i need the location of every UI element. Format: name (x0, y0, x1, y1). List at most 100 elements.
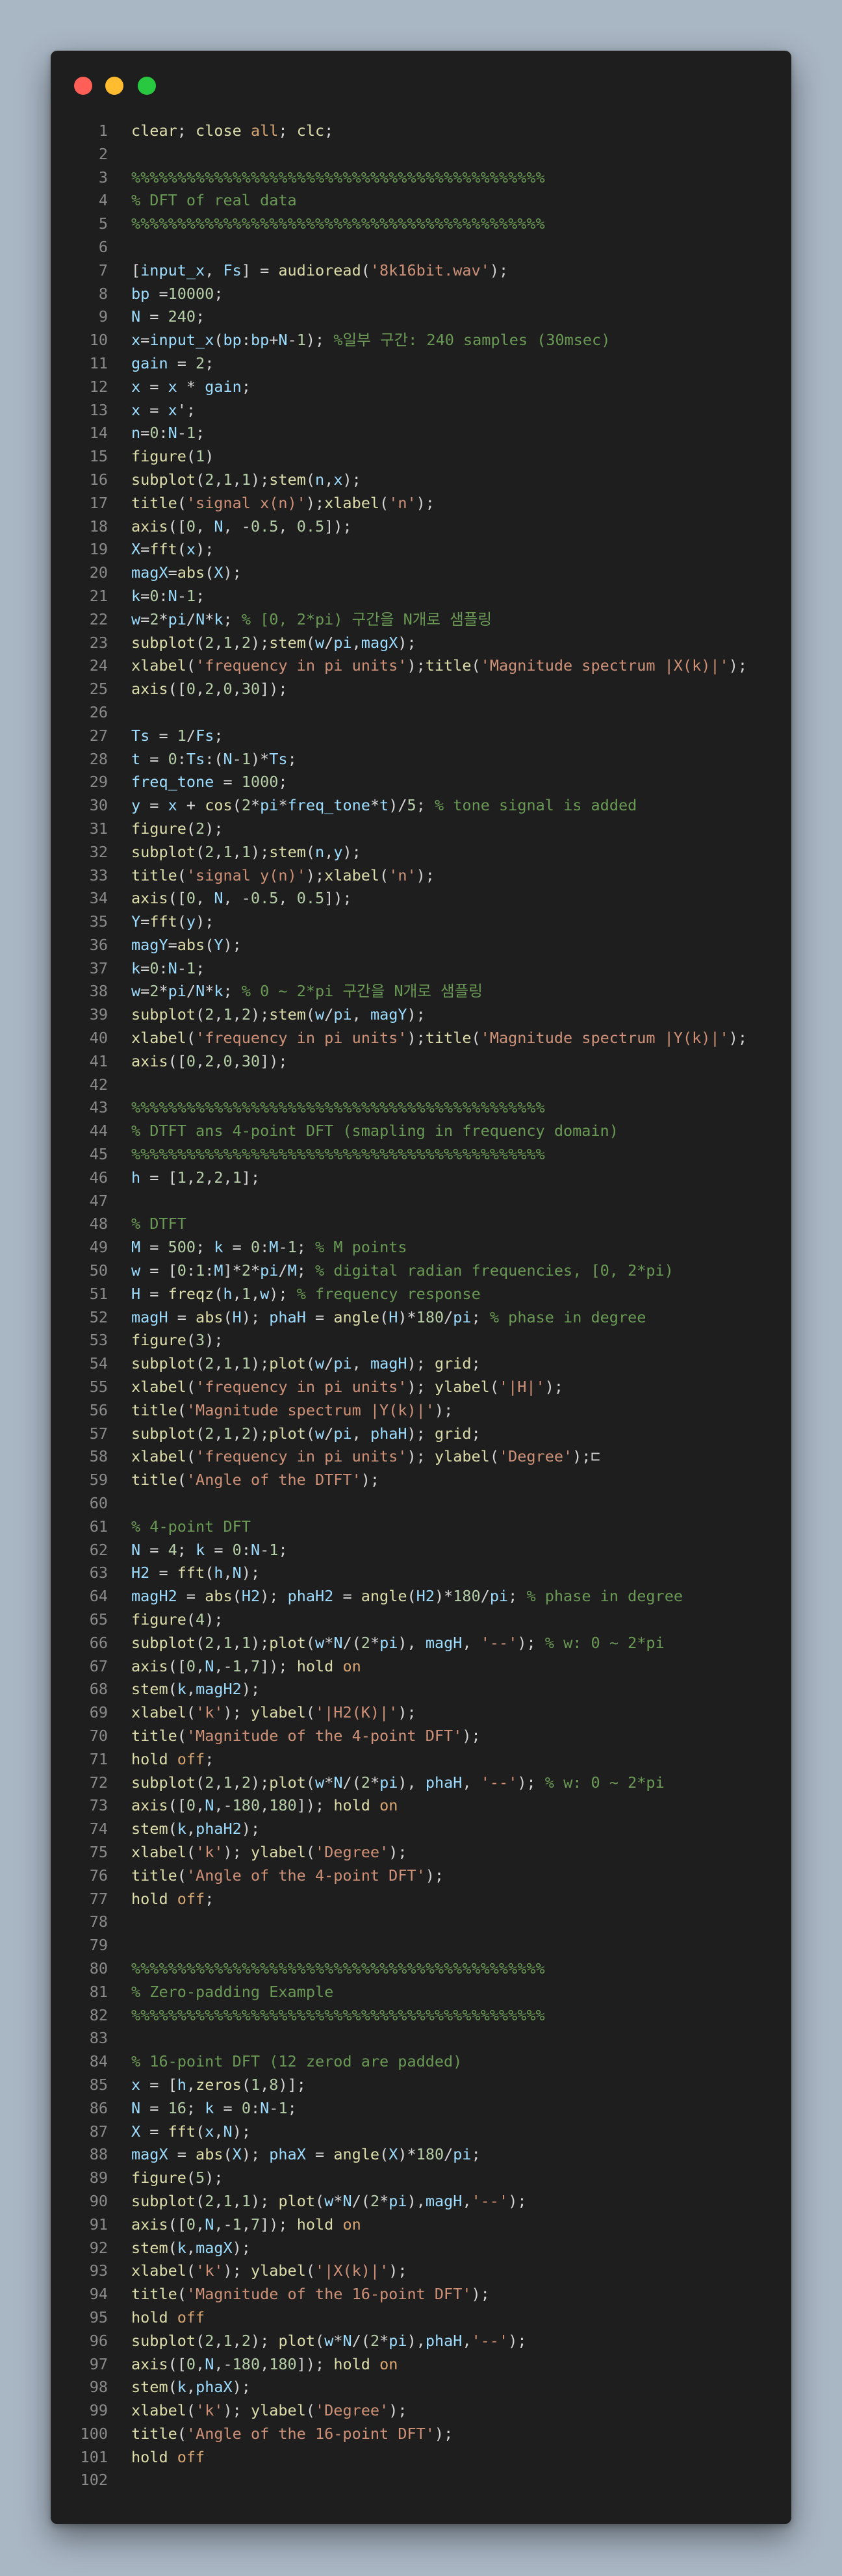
code-token: n (315, 470, 325, 489)
code-text: figure(4); (131, 1608, 223, 1632)
code-token: ( (379, 866, 389, 884)
line-number: 13 (89, 400, 108, 419)
code-token: / (186, 610, 196, 628)
code-text: x = x * gain; (131, 376, 251, 399)
code-token: = (140, 912, 150, 931)
code-token: ); (241, 1307, 270, 1326)
code-token: 0.5 (250, 517, 279, 535)
code-text: subplot(2,1,1);plot(w/pi, magH); grid; (131, 1352, 481, 1376)
code-token: pi (260, 1261, 279, 1280)
code-line: 84 % 16-point DFT (12 zerod are padded) (51, 2050, 791, 2074)
code-line: 20 magX=abs(X); (51, 561, 791, 585)
code-token: '|H2(K)|' (315, 1703, 398, 1722)
code-text: % DTFT ans 4-point DFT (smapling in freq… (131, 1120, 619, 1143)
code-token: ; (177, 122, 196, 140)
zoom-button[interactable] (138, 77, 156, 95)
code-token: ( (305, 1633, 316, 1652)
line-number: 89 (89, 2169, 108, 2187)
line-number: 60 (89, 1494, 108, 1513)
code-token: /( (351, 2331, 370, 2350)
code-token: ); (305, 331, 334, 350)
code-line: 2 (51, 143, 791, 166)
code-line: 48 % DTFT (51, 1213, 791, 1236)
line-number: 35 (89, 912, 108, 931)
code-token: w (315, 1354, 325, 1373)
code-token: off (177, 2308, 205, 2326)
code-token: 'k' (196, 2401, 223, 2420)
code-token: bp (131, 284, 150, 303)
code-line: 71 hold off; (51, 1748, 791, 1771)
code-token: ; (324, 122, 334, 140)
line-number: 42 (89, 1075, 108, 1094)
code-line: 82%%%%%%%%%%%%%%%%%%%%%%%%%%%%%%%%%%%%%%… (51, 2004, 791, 2028)
code-token: w (131, 610, 141, 628)
code-token: N (260, 2098, 270, 2117)
code-line: 93 xlabel('k'); ylabel('|X(k)|'); (51, 2260, 791, 2283)
code-text: N = 16; k = 0:N-1; (131, 2097, 297, 2120)
code-token: ); (250, 1773, 270, 1792)
code-token: 180 (232, 1796, 261, 1815)
code-token: Ts (131, 726, 150, 745)
code-token: w (131, 982, 141, 1001)
code-token: ( (305, 633, 316, 652)
code-token: 'Degree' (498, 1447, 573, 1466)
code-text: w=2*pi/N*k; % 0 ~ 2*pi 구간을 N개로 샘플링 (131, 980, 483, 1003)
code-token: ,- (214, 2354, 233, 2373)
code-token: ); (407, 1354, 435, 1373)
code-line: 36 magY=abs(Y); (51, 934, 791, 957)
code-text: gain = 2; (131, 352, 214, 376)
code-token: , (214, 1005, 223, 1024)
code-token: ( (305, 1424, 316, 1443)
code-token: figure (131, 1610, 186, 1629)
code-line: 25 axis([0,2,0,30]); (51, 678, 791, 701)
code-token: % Zero-padding Example (131, 1982, 334, 2001)
code-token: ( (379, 1307, 389, 1326)
code-token: stem (131, 1820, 168, 1838)
code-token: * (370, 1633, 380, 1652)
minimize-button[interactable] (105, 77, 123, 95)
code-token: 1 (232, 1168, 242, 1187)
code-token: 0 (186, 1796, 196, 1815)
code-line: 90 subplot(2,1,1); plot(w*N/(2*pi),magH,'… (51, 2190, 791, 2213)
close-button[interactable] (74, 77, 92, 95)
code-token: ; (177, 1540, 196, 1559)
line-number: 1 (98, 122, 108, 140)
code-token: gain (205, 377, 242, 396)
line-number: 51 (89, 1284, 108, 1303)
code-token: = (140, 540, 150, 559)
line-number: 92 (89, 2238, 108, 2257)
code-token: ); (416, 493, 435, 512)
code-token: figure (131, 2169, 186, 2187)
code-token: , (462, 2191, 472, 2210)
code-token: ( (196, 633, 205, 652)
code-token: ( (232, 1587, 242, 1606)
code-text: axis([0, N, -0.5, 0.5]); (131, 515, 352, 539)
code-token: hold (131, 2308, 168, 2326)
code-token: ]); (296, 1796, 334, 1815)
code-text: % DTFT (131, 1213, 186, 1236)
code-token: 1 (241, 1633, 251, 1652)
code-line: 95 hold off (51, 2306, 791, 2330)
code-token: 2 (149, 610, 159, 628)
code-token: figure (131, 447, 186, 466)
code-token: 4 (196, 1610, 205, 1629)
code-token: % DTFT ans 4-point DFT (smapling in freq… (131, 1122, 619, 1140)
code-token: 'Angle of the 16-point DFT' (186, 2424, 435, 2443)
line-number: 33 (89, 866, 108, 884)
code-token: 2 (205, 1051, 214, 1070)
code-token: ), (407, 2331, 426, 2350)
code-token: 0 (223, 1051, 233, 1070)
code-token: )* (398, 2145, 416, 2164)
code-token: ( (241, 2075, 251, 2094)
code-token: title (131, 2285, 177, 2304)
code-token: pi (453, 1307, 472, 1326)
code-token: xlabel (324, 493, 380, 512)
code-editor[interactable]: 1 clear; close all; clc; 2 3%%%%%%%%%%%%%%%… (51, 120, 791, 2492)
code-token: , (196, 2215, 205, 2234)
code-token: / (186, 726, 196, 745)
line-number: 52 (89, 1307, 108, 1326)
line-number: 93 (89, 2261, 108, 2280)
code-token: 0 (223, 680, 233, 699)
code-token: %%%%%%%%%%%%%%%%%%%%%%%%%%%%%%%%%%%%%%%%… (131, 214, 545, 233)
code-token: 2 (214, 1168, 223, 1187)
